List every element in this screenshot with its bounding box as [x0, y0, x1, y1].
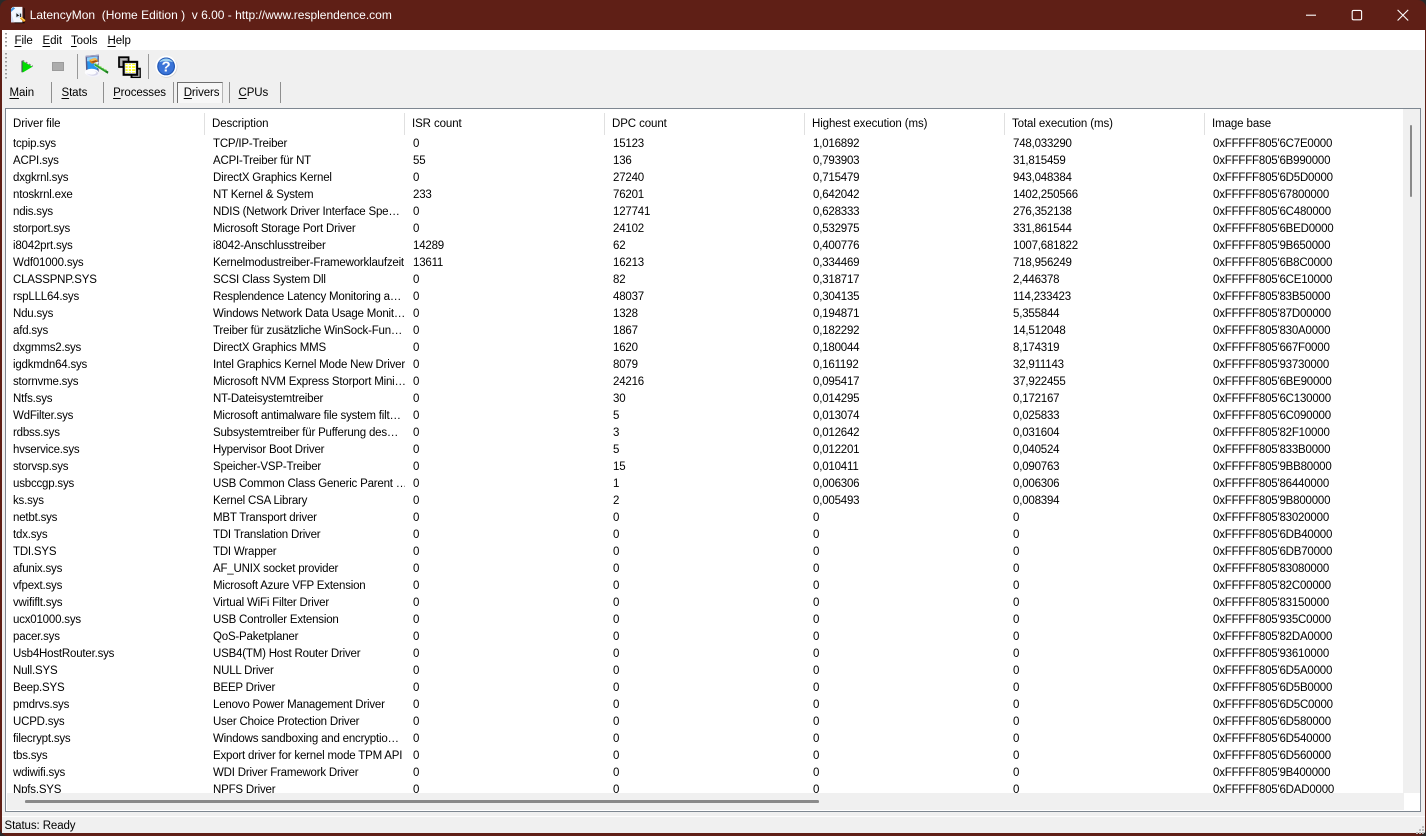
svg-text:?: ?	[162, 58, 171, 75]
